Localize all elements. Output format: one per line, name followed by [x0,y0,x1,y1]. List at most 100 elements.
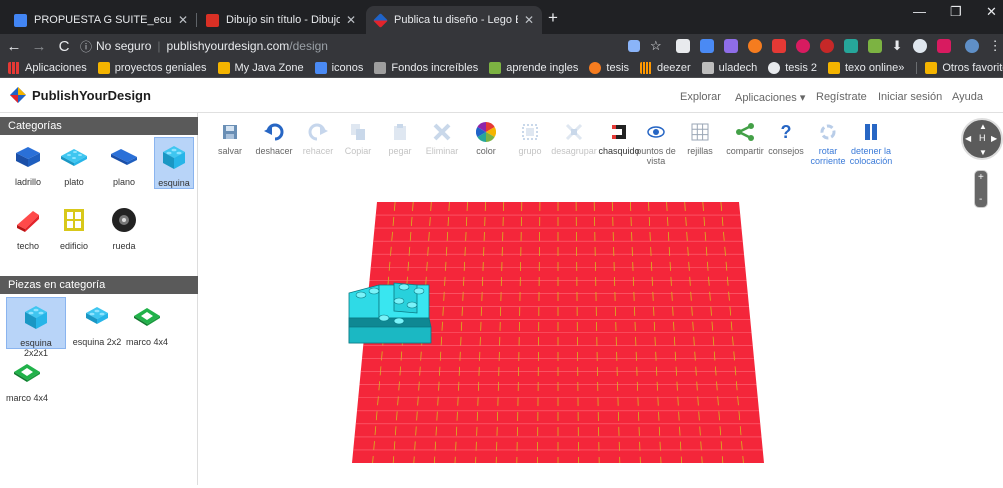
extension-blue-icon[interactable] [699,39,714,53]
piece-esquina-2x2x1[interactable]: esquina 2x2x1 [6,297,66,358]
building-window-icon [64,209,84,231]
drawings-favicon-icon [206,13,219,27]
bookmark-iconos[interactable]: iconos [314,61,363,74]
corner-icon [25,306,47,329]
nav-iniciar-sesion[interactable]: Iniciar sesión [878,91,942,103]
brick-stud [398,283,410,291]
extension-teal-icon[interactable] [843,39,858,53]
bookmark-icon [217,61,230,74]
docs-favicon-icon [14,13,27,27]
extension-docs-icon[interactable] [675,39,690,53]
zoom-in-button[interactable]: + [978,172,984,183]
bookmark-ingles[interactable]: aprende ingles [489,61,578,74]
bookmark-icon [701,61,714,74]
pan-up-icon[interactable]: ▲ [979,122,987,131]
brick-face [348,326,432,344]
nav-explorar[interactable]: Explorar [680,91,721,103]
download-icon[interactable]: ⬇ [892,38,903,54]
profile-avatar-icon[interactable] [964,39,979,53]
bookmark-uladech[interactable]: uladech [701,61,757,74]
piece-esquina-2x2[interactable]: esquina 2x2 [72,297,122,349]
brick-stud [368,287,380,295]
piece-marco-4x4[interactable]: marco 4x4 [122,297,172,349]
brick-stud [393,297,405,305]
category-techo[interactable]: techo [8,201,48,253]
bookmark-icon [589,61,602,74]
browser-tab-strip: PROPUESTA G SUITE_ecuaciones ✕ Dibujo si… [0,0,1003,34]
other-bookmarks[interactable]: Otros favoritos [916,61,1003,74]
adblock-icon[interactable] [819,39,834,53]
corner-icon [163,146,185,169]
tab-propuesta[interactable]: PROPUESTA G SUITE_ecuaciones ✕ [6,6,196,34]
security-label: No seguro [96,39,152,53]
extension-green-icon[interactable] [867,39,882,53]
category-ladrillo[interactable]: ladrillo [8,137,48,189]
bookmark-apps[interactable]: Aplicaciones [8,61,87,74]
star-icon[interactable]: ☆ [650,38,662,54]
tab-publica-tu-diseno[interactable]: Publica tu diseño - Lego Builder ✕ [366,6,542,34]
frame-icon [134,308,160,326]
category-plano[interactable]: plano [104,137,144,189]
translate-icon[interactable] [628,40,640,52]
placed-corner-piece[interactable] [348,282,432,344]
tab-title: Publica tu diseño - Lego Builder [394,14,518,26]
close-tab-icon[interactable]: ✕ [346,13,356,27]
scene-svg[interactable] [199,113,1003,485]
category-rueda[interactable]: rueda [104,201,144,253]
nav-registrate[interactable]: Regístrate [816,91,867,103]
extension-screencast-icon[interactable] [795,39,810,53]
category-plato[interactable]: plato [54,137,94,189]
address-bar[interactable]: ⓘ No seguro | publishyourdesign.com/desi… [80,36,680,56]
sidebar: Categorías ladrillo plato plano esquina … [0,113,198,485]
piece-marco-4x4-second[interactable]: marco 4x4 [4,353,50,405]
forward-icon[interactable]: → [28,38,50,55]
home-view-label[interactable]: H [979,133,986,143]
extension-pink-icon[interactable] [936,39,951,53]
extension-red-icon[interactable] [771,39,786,53]
pan-right-icon[interactable]: ▶ [991,134,997,143]
pan-left-icon[interactable]: ◀ [965,134,971,143]
pieces-header: Piezas en categoría [0,276,198,294]
info-icon[interactable]: ⓘ [80,38,92,55]
tab-dibujo[interactable]: Dibujo sin título - Dibujos de Go ✕ [198,6,364,34]
nav-ayuda[interactable]: Ayuda [952,91,983,103]
bookmark-tesis2[interactable]: tesis 2 [768,61,817,74]
brick-face [348,317,432,328]
menu-icon[interactable]: ⋮ [989,38,1002,54]
categories-header: Categorías [0,117,198,135]
bookmark-proyectos[interactable]: proyectos geniales [97,61,207,74]
tab-title: Dibujo sin título - Dibujos de Go [226,14,340,26]
design-canvas[interactable] [199,113,1003,485]
bookmark-deezer[interactable]: deezer [640,61,691,74]
category-esquina[interactable]: esquina [154,137,194,189]
bookmark-icon [374,61,387,74]
browser-toolbar: ← → C ⓘ No seguro | publishyourdesign.co… [0,34,1003,58]
bookmark-icon [97,61,110,74]
brick-stud [406,301,418,309]
nav-aplicaciones[interactable]: Aplicaciones ▾ [735,91,805,104]
bookmark-java[interactable]: My Java Zone [217,61,304,74]
back-icon[interactable]: ← [3,38,25,55]
close-tab-icon[interactable]: ✕ [178,13,188,27]
apps-icon [8,61,20,74]
site-logo[interactable]: PublishYourDesign [10,87,151,103]
bookmark-texo[interactable]: texo online [828,61,898,74]
roof-icon [17,211,39,232]
extension-orange-icon[interactable] [747,39,762,53]
bookmark-fondos[interactable]: Fondos increíbles [374,61,478,74]
navigation-wheel[interactable]: ▲ ▼ ◀ ▶ H [961,118,1003,160]
extension-purple-icon[interactable] [723,39,738,53]
bookmarks-overflow-button[interactable]: » [898,62,904,74]
new-tab-button[interactable]: + [548,8,558,28]
minimize-window-icon[interactable]: — [913,4,926,19]
logo-diamond-icon [10,87,26,103]
pan-down-icon[interactable]: ▼ [979,148,987,157]
zoom-lens-icon[interactable] [912,39,927,53]
reload-icon[interactable]: C [53,38,75,55]
close-tab-icon[interactable]: ✕ [524,13,534,27]
category-edificio[interactable]: edificio [54,201,94,253]
zoom-out-button[interactable]: - [979,194,982,205]
restore-window-icon[interactable]: ❐ [950,4,962,20]
bookmark-tesis[interactable]: tesis [589,61,629,74]
close-window-icon[interactable]: ✕ [986,4,997,20]
